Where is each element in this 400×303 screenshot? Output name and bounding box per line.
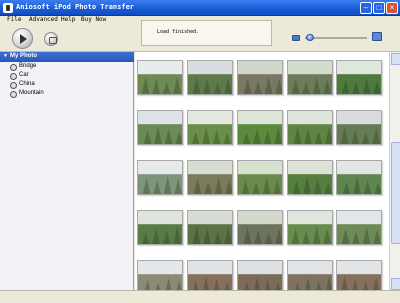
zoom-slider-handle[interactable] — [306, 34, 314, 41]
photo-thumbnail[interactable] — [287, 110, 333, 145]
maximize-icon: □ — [376, 3, 382, 12]
status-message: Load finished. — [157, 29, 200, 35]
eject-button[interactable] — [44, 32, 58, 46]
zoom-slider-track[interactable] — [305, 37, 367, 39]
folder-icon — [10, 64, 17, 71]
play-button[interactable] — [12, 28, 33, 49]
scroll-thumb[interactable] — [391, 142, 400, 244]
photo-thumbnail[interactable] — [187, 160, 233, 195]
small-thumbnail-icon[interactable] — [292, 35, 300, 41]
photo-thumbnail[interactable] — [187, 110, 233, 145]
folder-item-china[interactable]: China — [10, 81, 130, 90]
root-folder-label: My Photo — [10, 53, 37, 59]
scroll-up-button[interactable] — [391, 53, 400, 65]
folder-label: Bridge — [19, 63, 37, 69]
window-title: Aniosoft iPod Photo Transfer — [16, 3, 135, 11]
photo-thumbnail[interactable] — [336, 160, 382, 195]
ipod-app-icon — [3, 3, 13, 13]
photo-thumbnail[interactable] — [137, 110, 183, 145]
close-icon: × — [389, 3, 395, 12]
folder-icon — [10, 82, 17, 89]
photo-thumbnail[interactable] — [287, 210, 333, 245]
folder-icon — [10, 91, 17, 98]
close-button[interactable]: × — [386, 2, 398, 14]
photo-grid — [135, 52, 389, 295]
photo-thumbnail[interactable] — [336, 110, 382, 145]
status-bar — [0, 290, 400, 303]
minimize-icon: – — [363, 3, 369, 12]
photo-thumbnail[interactable] — [336, 210, 382, 245]
menu-file[interactable]: File — [7, 16, 21, 23]
menu-buy-now[interactable]: Buy Now — [81, 16, 106, 23]
folder-icon — [10, 73, 17, 80]
large-thumbnail-icon[interactable] — [372, 32, 382, 41]
photo-thumbnail[interactable] — [237, 210, 283, 245]
folder-label: Mountain — [19, 90, 44, 96]
photo-thumbnail[interactable] — [287, 160, 333, 195]
folder-tree-root[interactable]: ▼ My Photo — [0, 52, 134, 62]
menu-help[interactable]: Help — [61, 16, 75, 23]
minimize-button[interactable]: – — [360, 2, 372, 14]
vertical-scrollbar[interactable] — [389, 52, 400, 290]
folder-item-mountain[interactable]: Mountain — [10, 90, 130, 99]
title-bar: Aniosoft iPod Photo Transfer – □ × — [0, 0, 400, 16]
photo-thumbnail[interactable] — [237, 160, 283, 195]
expand-arrow-icon[interactable]: ▼ — [3, 53, 8, 59]
photo-thumbnail[interactable] — [137, 60, 183, 95]
status-display: Load finished. — [141, 20, 272, 46]
photo-thumbnail[interactable] — [187, 60, 233, 95]
photo-thumbnail[interactable] — [237, 60, 283, 95]
photo-thumbnail[interactable] — [336, 60, 382, 95]
photo-thumbnail[interactable] — [137, 160, 183, 195]
folder-label: China — [19, 81, 35, 87]
photo-thumbnail[interactable] — [287, 60, 333, 95]
scroll-down-button[interactable] — [391, 278, 400, 290]
photo-thumbnail[interactable] — [187, 210, 233, 245]
menu-advanced[interactable]: Advanced — [29, 16, 58, 23]
folder-label: Car — [19, 72, 29, 78]
photo-thumbnail[interactable] — [237, 110, 283, 145]
folder-item-bridge[interactable]: Bridge — [10, 63, 130, 72]
photo-thumbnail[interactable] — [137, 210, 183, 245]
maximize-button[interactable]: □ — [373, 2, 385, 14]
folder-item-car[interactable]: Car — [10, 72, 130, 81]
